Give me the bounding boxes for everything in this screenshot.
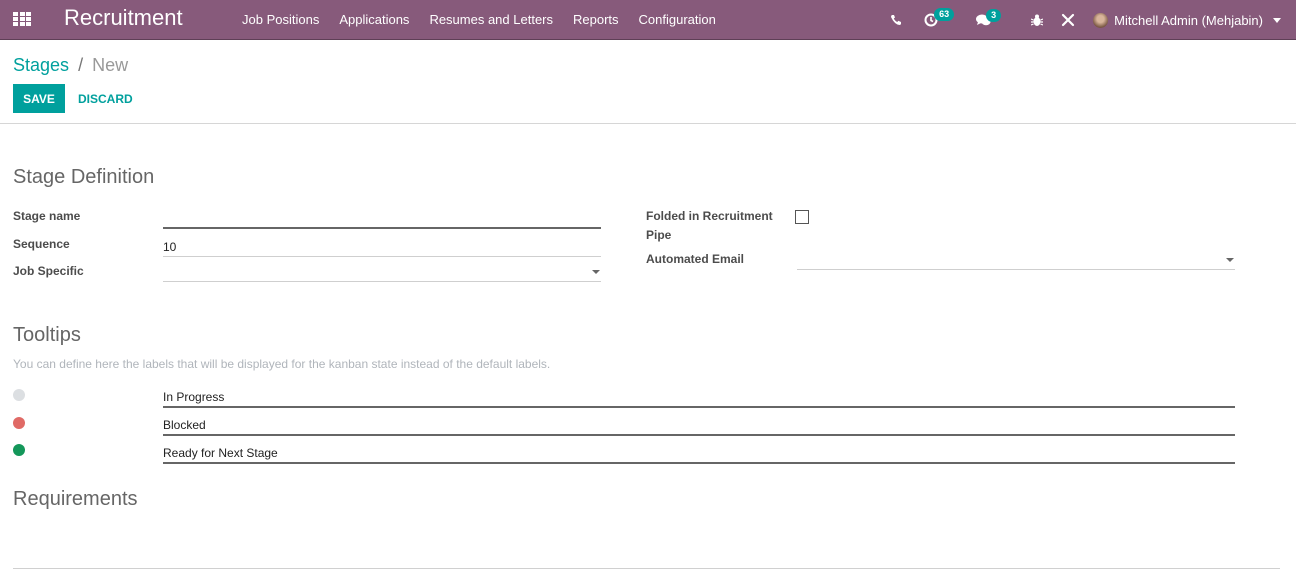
systray: 63 3 Mitchell Admin (Mehjabin) (890, 0, 1296, 40)
avatar (1093, 12, 1109, 28)
legend-normal-input[interactable]: In Progress (163, 386, 1235, 408)
activity-button[interactable]: 63 (924, 8, 955, 27)
dropdown-caret-icon (592, 270, 600, 274)
menu-applications[interactable]: Applications (329, 2, 419, 38)
folded-checkbox[interactable] (795, 210, 809, 224)
menu-reports[interactable]: Reports (563, 2, 629, 38)
sequence-label: Sequence (13, 237, 70, 251)
stage-name-label: Stage name (13, 209, 81, 223)
tools-button[interactable] (1061, 13, 1075, 27)
legend-blocked-input[interactable]: Blocked (163, 414, 1235, 436)
state-dot-done (13, 444, 25, 456)
state-dot-blocked (13, 417, 25, 429)
job-specific-label: Job Specific (13, 264, 84, 278)
job-specific-select[interactable] (163, 260, 601, 282)
automated-email-label: Automated Email (646, 252, 745, 266)
bug-icon (1031, 14, 1044, 26)
sequence-input[interactable]: 10 (163, 235, 601, 257)
breadcrumb-current: New (92, 55, 129, 75)
automated-email-select[interactable] (797, 248, 1235, 270)
legend-done-input[interactable]: Ready for Next Stage (163, 442, 1235, 464)
apps-menu-icon[interactable] (13, 12, 31, 26)
control-panel-divider (0, 123, 1296, 124)
breadcrumb-separator: / (78, 55, 84, 75)
discard-button[interactable]: DISCARD (71, 84, 140, 113)
tooltips-hint: You can define here the labels that will… (13, 357, 551, 371)
app-name[interactable]: Recruitment (64, 5, 183, 31)
dropdown-caret-icon (1226, 258, 1234, 262)
section-title-stage-definition: Stage Definition (13, 166, 155, 188)
state-dot-normal (13, 389, 25, 401)
phone-icon (891, 15, 902, 25)
section-title-tooltips: Tooltips (13, 324, 81, 346)
top-navbar: Recruitment Job Positions Applications R… (0, 0, 1296, 40)
activity-count-badge: 63 (934, 8, 955, 21)
messages-count-badge: 3 (986, 8, 1002, 22)
menu-configuration[interactable]: Configuration (629, 2, 726, 38)
chevron-down-icon (1273, 17, 1281, 23)
main-menu: Job Positions Applications Resumes and L… (232, 0, 726, 40)
user-name: Mitchell Admin (Mehjabin) (1114, 12, 1263, 28)
breadcrumb: Stages / New (13, 54, 128, 76)
folded-label: Folded in Recruitment Pipe (646, 209, 773, 242)
save-button[interactable]: SAVE (13, 84, 65, 113)
breadcrumb-stages[interactable]: Stages (13, 55, 69, 75)
menu-job-positions[interactable]: Job Positions (232, 2, 329, 38)
user-menu[interactable]: Mitchell Admin (Mehjabin) (1093, 12, 1281, 28)
section-title-requirements: Requirements (13, 488, 138, 510)
stage-name-input[interactable] (163, 207, 601, 229)
debug-button[interactable] (1031, 14, 1044, 27)
tools-icon (1062, 13, 1075, 27)
phone-button[interactable] (890, 14, 902, 26)
menu-resumes-letters[interactable]: Resumes and Letters (419, 2, 563, 38)
messages-button[interactable]: 3 (976, 8, 1002, 27)
requirements-editor-border[interactable] (13, 568, 1280, 569)
